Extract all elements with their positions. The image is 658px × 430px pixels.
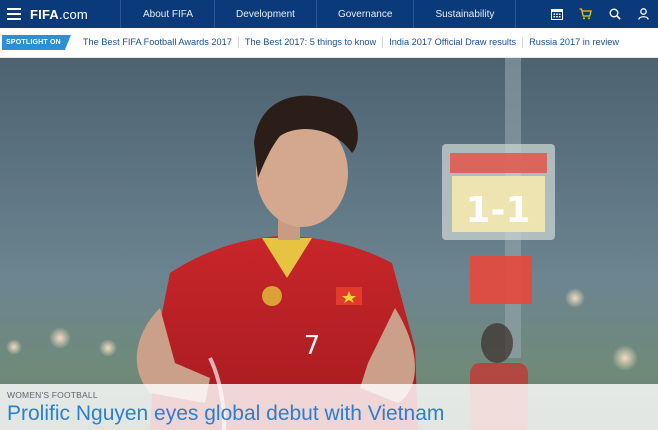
- menu-icon-bar: [7, 8, 21, 10]
- jersey-number: 7: [304, 331, 321, 361]
- main-nav: About FIFA Development Governance Sustai…: [121, 0, 517, 28]
- menu-icon[interactable]: [0, 0, 28, 28]
- header-icons: [542, 0, 658, 28]
- menu-icon-bar: [7, 18, 21, 20]
- nav-about-fifa[interactable]: About FIFA: [121, 0, 216, 28]
- cart-icon[interactable]: [571, 0, 600, 28]
- article-category[interactable]: WOMEN'S FOOTBALL: [7, 390, 651, 400]
- nav-sustainability[interactable]: Sustainability: [414, 0, 517, 28]
- scoreboard-text: 1-1: [465, 190, 530, 231]
- spotlight-bar: SPOTLIGHT ON The Best FIFA Football Awar…: [0, 28, 658, 58]
- calendar-icon[interactable]: [542, 0, 571, 28]
- spotlight-link-best-2017[interactable]: The Best 2017: 5 things to know: [239, 37, 384, 48]
- logo-suffix: .com: [58, 6, 88, 22]
- search-icon[interactable]: [600, 0, 629, 28]
- spotlight-link-russia-review[interactable]: Russia 2017 in review: [523, 37, 625, 48]
- spotlight-link-best-awards[interactable]: The Best FIFA Football Awards 2017: [77, 37, 239, 48]
- hero-caption: WOMEN'S FOOTBALL Prolific Nguyen eyes gl…: [0, 384, 658, 430]
- menu-icon-bar: [7, 13, 21, 15]
- spotlight-links: The Best FIFA Football Awards 2017 The B…: [77, 37, 625, 48]
- logo-main: FIFA: [30, 6, 59, 22]
- top-navigation-bar: FIFA.com About FIFA Development Governan…: [0, 0, 658, 28]
- nav-governance[interactable]: Governance: [317, 0, 415, 28]
- hero-banner[interactable]: 1-1 7 WOMEN'S FOOTBALL Prolific Nguyen e…: [0, 58, 658, 430]
- fifa-logo[interactable]: FIFA.com: [28, 7, 120, 22]
- hero-image: 1-1 7: [6, 58, 638, 430]
- article-headline[interactable]: Prolific Nguyen eyes global debut with V…: [7, 402, 651, 426]
- nav-development[interactable]: Development: [215, 0, 317, 28]
- spotlight-link-india-draw[interactable]: India 2017 Official Draw results: [383, 37, 524, 48]
- user-icon[interactable]: [629, 0, 658, 28]
- spotlight-badge: SPOTLIGHT ON: [2, 35, 71, 50]
